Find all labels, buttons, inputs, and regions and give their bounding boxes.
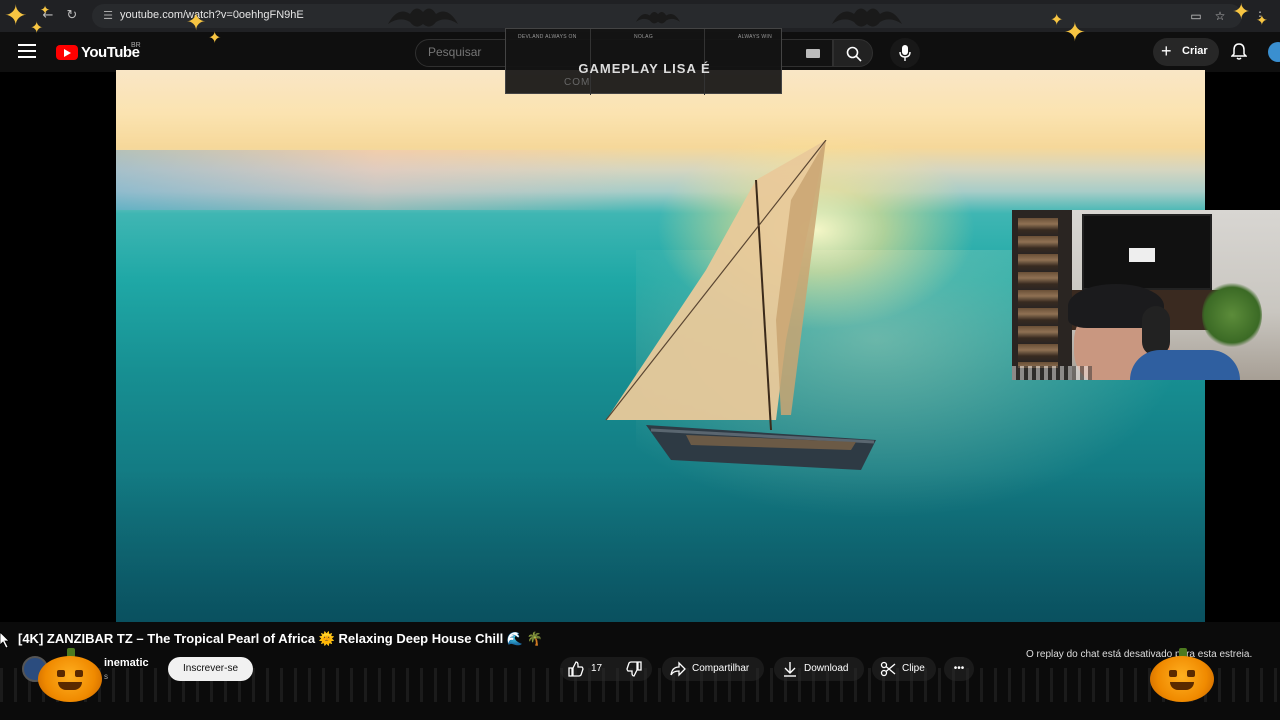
clip-button[interactable]: Clipe xyxy=(872,657,936,681)
sparkle-icon: ✦ xyxy=(40,3,51,17)
sparkle-icon: ✦ xyxy=(1256,13,1268,29)
webcam-shelf-items xyxy=(1018,218,1058,368)
sparkle-icon: ✦ xyxy=(1064,18,1086,48)
more-actions-button[interactable]: ••• xyxy=(944,657,974,681)
dhow-sailboat xyxy=(605,140,876,470)
sky-tint xyxy=(116,150,636,210)
bat-icon xyxy=(388,8,458,27)
pumpkin-decoration xyxy=(38,648,102,702)
thumbs-down-icon[interactable] xyxy=(626,661,642,677)
create-label: Criar xyxy=(1182,45,1208,57)
search-icon xyxy=(846,46,862,62)
clip-label: Clipe xyxy=(902,663,925,674)
download-button[interactable]: Download xyxy=(774,657,864,681)
sea-shade xyxy=(116,470,1205,622)
mouse-cursor-icon xyxy=(0,632,10,648)
sparkle-icon: ✦ xyxy=(1050,10,1064,29)
download-label: Download xyxy=(804,663,849,674)
chat-replay-notice: O replay do chat está desativado para es… xyxy=(1026,649,1253,660)
reload-icon[interactable]: ↻ xyxy=(62,6,82,26)
subscribe-button[interactable]: Inscrever-se xyxy=(168,657,253,681)
voice-search-button[interactable] xyxy=(890,38,920,68)
hamburger-menu-icon[interactable] xyxy=(18,44,36,60)
cast-icon[interactable]: ▭ xyxy=(1186,6,1206,26)
mic-icon xyxy=(899,45,911,61)
overlay-left-tag: DEVLAND ALWAYS ON xyxy=(518,34,577,40)
video-title: [4K] ZANZIBAR TZ – The Tropical Pearl of… xyxy=(18,631,543,646)
bookmark-star-icon[interactable]: ☆ xyxy=(1210,6,1230,26)
share-icon xyxy=(670,661,686,677)
user-avatar[interactable] xyxy=(1268,42,1280,62)
bat-icon xyxy=(636,11,680,24)
sparkle-icon: ✦ xyxy=(1232,0,1251,25)
sparkle-icon: ✦ xyxy=(186,8,207,36)
subscriber-count: s xyxy=(104,672,108,681)
bell-icon[interactable] xyxy=(1231,43,1247,61)
share-button[interactable]: Compartilhar xyxy=(662,657,764,681)
download-icon xyxy=(784,662,796,677)
overlay-subtitle: COM xyxy=(564,77,591,88)
overlay-center-tag: NOLAG xyxy=(634,34,654,40)
overlay-right-tag: ALWAYS WIN xyxy=(738,34,773,40)
region-code: BR xyxy=(131,42,141,49)
sparkle-icon: ✦ xyxy=(4,0,28,32)
search-button[interactable] xyxy=(833,39,873,67)
sparkle-icon: ✦ xyxy=(30,18,44,37)
pumpkin-decoration xyxy=(1150,648,1214,702)
channel-name[interactable]: inematic xyxy=(104,657,149,669)
headphones xyxy=(1142,306,1170,356)
plus-icon: + xyxy=(1161,41,1172,61)
scissors-icon xyxy=(880,661,896,677)
sparkle-icon: ✦ xyxy=(208,28,222,47)
webcam-overlay xyxy=(1012,210,1280,380)
webcam-tv xyxy=(1082,214,1212,290)
share-label: Compartilhar xyxy=(692,663,750,674)
streamer-shirt xyxy=(1130,350,1240,380)
bat-icon xyxy=(832,8,902,27)
like-dislike-group: 17 xyxy=(560,657,652,681)
youtube-play-icon xyxy=(56,45,78,60)
thumbs-up-icon[interactable] xyxy=(568,661,584,677)
create-button[interactable]: + Criar xyxy=(1153,38,1219,66)
like-count[interactable]: 17 xyxy=(591,657,602,681)
site-info-icon[interactable]: ☰ xyxy=(100,8,116,24)
webcam-frame-pattern xyxy=(1012,366,1092,380)
url-text: youtube.com/watch?v=0oehhgFN9hE xyxy=(120,9,304,21)
overlay-title: GAMEPLAY LISA É xyxy=(578,61,711,76)
stream-title-overlay: DEVLAND ALWAYS ON NOLAG ALWAYS WIN GAMEP… xyxy=(505,28,782,95)
webcam-plant xyxy=(1202,280,1262,350)
keyboard-icon[interactable] xyxy=(806,49,820,58)
